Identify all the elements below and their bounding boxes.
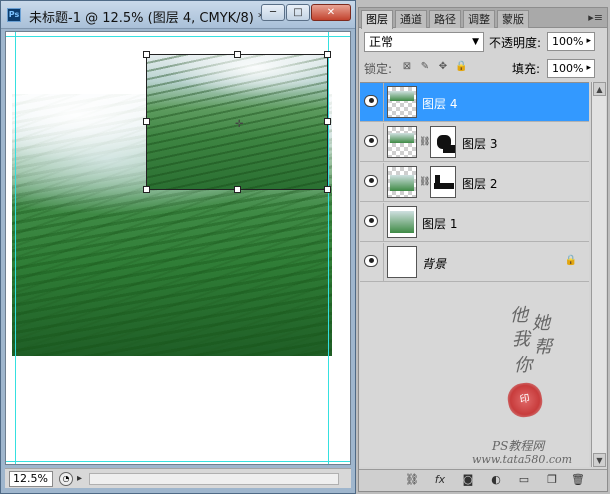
layer-row-1[interactable]: 图层 1 — [360, 203, 589, 242]
opacity-label: 不透明度: — [489, 36, 542, 50]
chain-link-icon[interactable]: ⛓ — [419, 177, 430, 187]
adjustment-icon[interactable]: ◐ — [487, 473, 505, 486]
minimize-button[interactable]: ─ — [261, 4, 285, 21]
watermark-char: 他 — [510, 305, 528, 326]
transform-handle-left[interactable] — [143, 118, 150, 125]
close-button[interactable]: ✕ — [311, 4, 351, 21]
tab-channels[interactable]: 通道 — [395, 10, 427, 28]
layer-thumbnail — [387, 206, 417, 238]
status-menu-arrow-icon[interactable]: ▸ — [77, 473, 82, 484]
guide-horizontal-top[interactable] — [6, 36, 350, 37]
watermark-char: 我 — [512, 329, 530, 350]
blend-mode-select[interactable]: 正常 ▼ — [364, 32, 484, 52]
chevron-down-icon: ▼ — [472, 37, 479, 47]
guide-vertical-right[interactable] — [328, 32, 329, 464]
layers-panel: 图层 通道 路径 调整 蒙版 ▸≡ 正常 ▼ 不透明度: 100% ▸ 锁定: … — [358, 7, 608, 492]
layer-name[interactable]: 背景 — [422, 255, 446, 272]
transform-handle-bottom[interactable] — [234, 186, 241, 193]
visibility-eye-icon[interactable] — [364, 215, 378, 227]
chain-link-icon[interactable]: ⛓ — [419, 137, 430, 147]
transform-handle-top-left[interactable] — [143, 51, 150, 58]
document-title-bar[interactable]: Ps 未标题-1 @ 12.5% (图层 4, CMYK/8) * ─ □ ✕ — [1, 1, 355, 29]
scroll-down-icon[interactable]: ▼ — [593, 453, 606, 467]
lock-all-icon[interactable]: 🔒 — [455, 61, 467, 73]
watermark-url: www.tata580.com — [472, 453, 573, 466]
layer-row-background[interactable]: 背景 🔒 — [360, 243, 589, 282]
layer-name[interactable]: 图层 1 — [422, 215, 457, 232]
transform-handle-bottom-right[interactable] — [324, 186, 331, 193]
layer-thumbnail — [387, 126, 417, 158]
transform-handle-top-right[interactable] — [324, 51, 331, 58]
layers-scrollbar[interactable]: ▲ ▼ — [591, 82, 606, 467]
document-title: 未标题-1 @ 12.5% (图层 4, CMYK/8) * — [29, 11, 265, 26]
trash-icon[interactable]: 🗑 — [569, 473, 587, 486]
transform-handle-bottom-left[interactable] — [143, 186, 150, 193]
guide-horizontal-bottom[interactable] — [6, 461, 350, 462]
layer-thumbnail — [387, 166, 417, 198]
fill-label: 填充: — [512, 62, 541, 76]
fill-field[interactable]: 100% ▸ — [547, 59, 595, 78]
tab-paths[interactable]: 路径 — [429, 10, 461, 28]
lock-move-icon[interactable]: ✥ — [437, 61, 449, 73]
layer-name[interactable]: 图层 3 — [462, 135, 497, 152]
lock-brush-icon[interactable]: ✎ — [419, 61, 431, 73]
watermark-char: 你 — [514, 355, 532, 376]
layer-mask-thumbnail[interactable] — [430, 166, 456, 198]
canvas[interactable]: ✛ — [5, 31, 351, 465]
tab-masks[interactable]: 蒙版 — [497, 10, 529, 28]
horizontal-scrollbar[interactable] — [89, 473, 339, 485]
panel-tabs: 图层 通道 路径 调整 蒙版 ▸≡ — [359, 8, 607, 29]
free-transform-box[interactable]: ✛ — [143, 51, 331, 193]
group-icon[interactable]: ▭ — [515, 473, 533, 486]
layer-row-4[interactable]: 图层 4 — [360, 83, 589, 122]
panel-footer: ⛓ fx ◙ ◐ ▭ ❐ 🗑 — [359, 469, 607, 491]
fx-icon[interactable]: fx — [431, 473, 449, 486]
visibility-eye-icon[interactable] — [364, 175, 378, 187]
visibility-eye-icon[interactable] — [364, 135, 378, 147]
opacity-field[interactable]: 100% ▸ — [547, 32, 595, 51]
zoom-field[interactable]: 12.5% — [9, 471, 53, 487]
watermark-char: 她 — [532, 313, 550, 334]
layer-name[interactable]: 图层 4 — [422, 95, 457, 112]
lock-transparency-icon[interactable]: ⊠ — [401, 61, 413, 73]
guide-vertical-left[interactable] — [15, 32, 16, 464]
layer-mask-thumbnail[interactable] — [430, 126, 456, 158]
transform-center-icon[interactable]: ✛ — [235, 119, 243, 130]
new-layer-icon[interactable]: ❐ — [543, 473, 561, 486]
mask-icon[interactable]: ◙ — [459, 473, 477, 486]
layer-name[interactable]: 图层 2 — [462, 175, 497, 192]
layer-row-2[interactable]: ⛓ 图层 2 — [360, 163, 589, 202]
document-window: Ps 未标题-1 @ 12.5% (图层 4, CMYK/8) * ─ □ ✕ — [0, 0, 356, 494]
visibility-eye-icon[interactable] — [364, 95, 378, 107]
visibility-eye-icon[interactable] — [364, 255, 378, 267]
info-icon[interactable]: ◔ — [59, 472, 73, 486]
scroll-up-icon[interactable]: ▲ — [593, 82, 606, 96]
layer-row-3[interactable]: ⛓ 图层 3 — [360, 123, 589, 162]
layer-thumbnail — [387, 246, 417, 278]
window-controls: ─ □ ✕ — [261, 4, 351, 21]
link-icon[interactable]: ⛓ — [403, 473, 421, 486]
status-bar: 12.5% ◔ ▸ — [5, 468, 351, 488]
fill-arrow-icon: ▸ — [586, 63, 591, 73]
opacity-arrow-icon: ▸ — [586, 36, 591, 46]
transform-handle-top[interactable] — [234, 51, 241, 58]
photoshop-app-icon: Ps — [7, 8, 21, 22]
lock-icon: 🔒 — [564, 255, 577, 266]
layer-list: 图层 4 ⛓ 图层 3 ⛓ 图层 2 图层 1 背景 🔒 他 她 我 帮 你 印… — [360, 82, 589, 467]
lock-label: 锁定: — [364, 62, 393, 76]
red-seal-stamp: 印 — [505, 380, 545, 420]
blend-mode-value: 正常 — [369, 35, 394, 49]
watermark-site-label: PS教程网 — [492, 439, 545, 453]
panel-menu-icon[interactable]: ▸≡ — [588, 11, 603, 24]
tab-layers[interactable]: 图层 — [361, 10, 393, 29]
opacity-value: 100% — [552, 35, 584, 48]
photoshop-workspace: Ps 未标题-1 @ 12.5% (图层 4, CMYK/8) * ─ □ ✕ — [0, 0, 610, 494]
watermark-char: 帮 — [534, 337, 552, 358]
layer-thumbnail — [387, 86, 417, 118]
transform-handle-right[interactable] — [324, 118, 331, 125]
restore-button[interactable]: □ — [286, 4, 310, 21]
fill-value: 100% — [552, 62, 584, 75]
tab-adjustments[interactable]: 调整 — [463, 10, 495, 28]
